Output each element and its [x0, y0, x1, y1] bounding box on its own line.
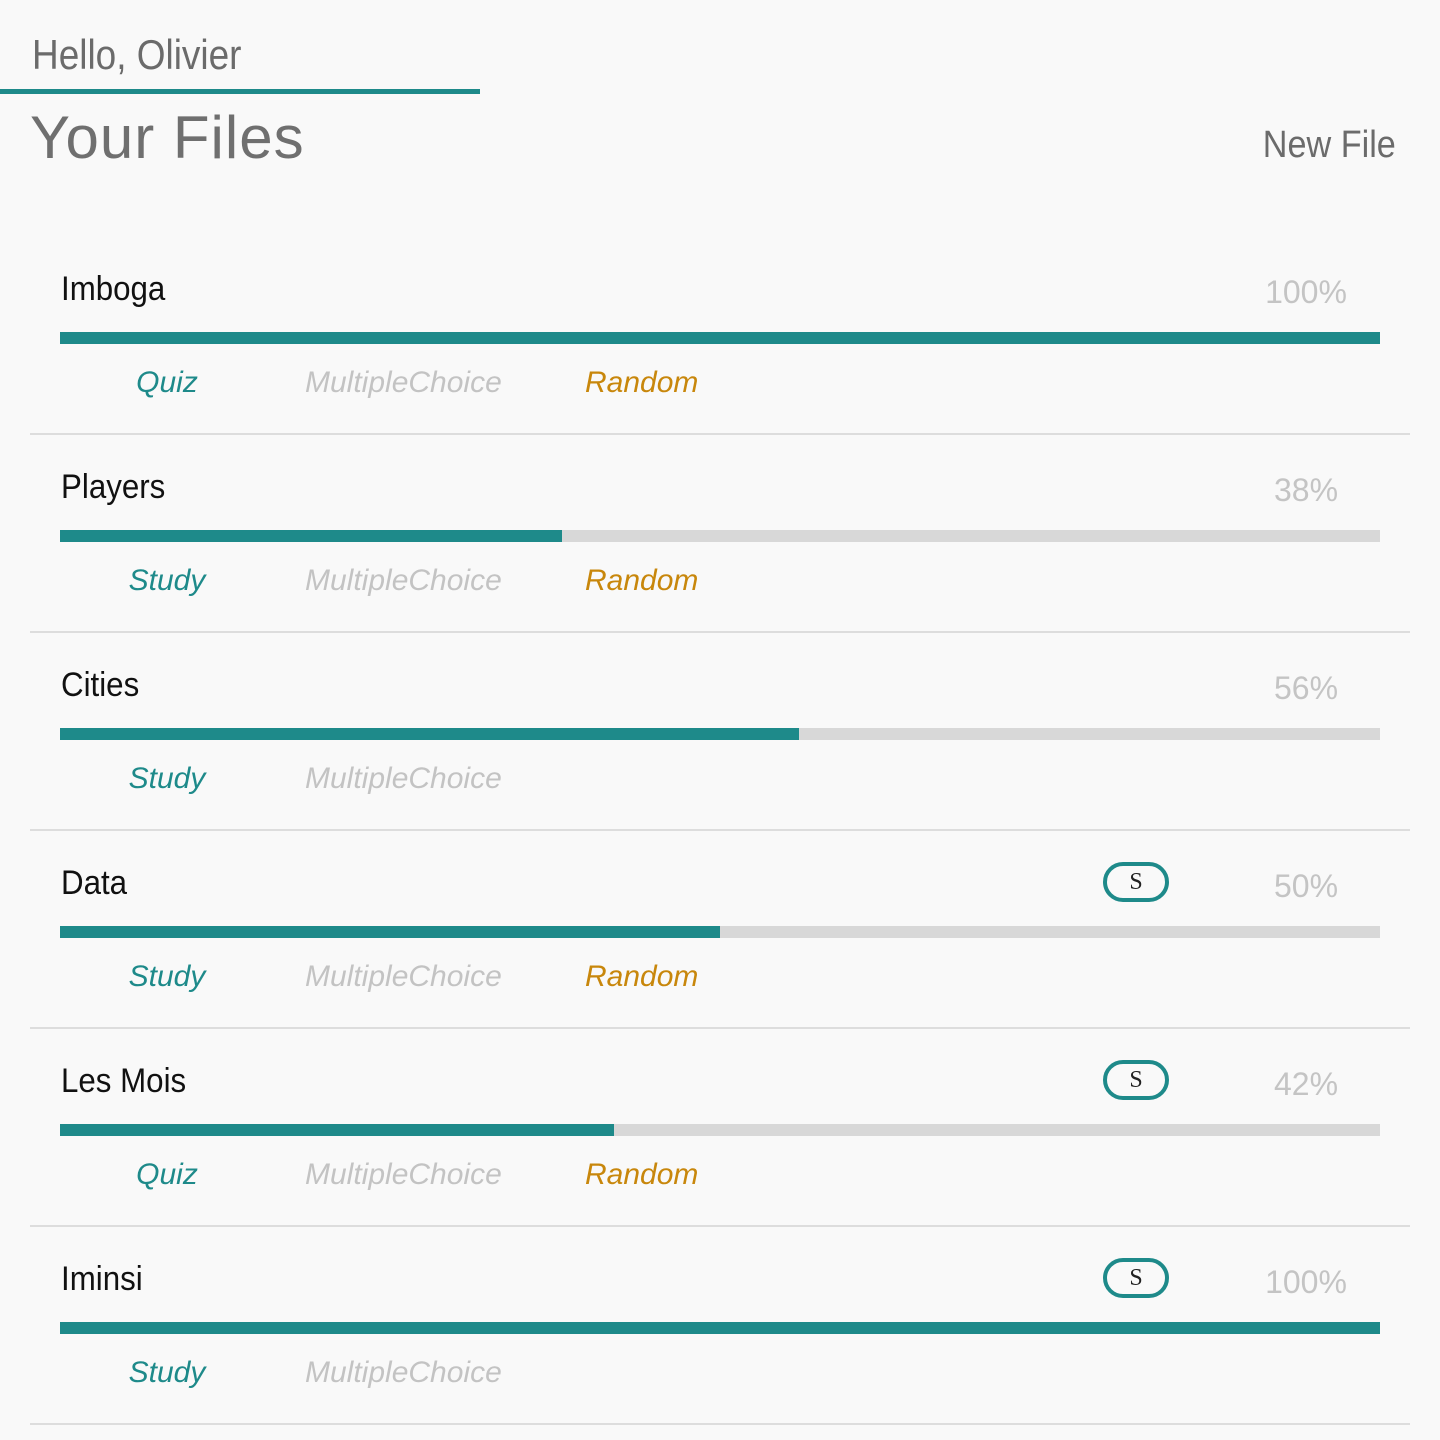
file-row[interactable]: Iminsi S 100% Study MultipleChoice	[30, 1227, 1410, 1425]
progress-percent: 56%	[1273, 670, 1339, 706]
file-options: Study MultipleChoice Random	[60, 563, 860, 603]
progress-fill	[60, 926, 720, 938]
file-row[interactable]: Cities 56% Study MultipleChoice	[30, 633, 1410, 831]
progress-percent: 42%	[1273, 1066, 1339, 1102]
progress-bar	[60, 1124, 1380, 1136]
file-options: Study MultipleChoice Random	[60, 959, 860, 999]
file-row[interactable]: Les Mois S 42% Quiz MultipleChoice Random	[30, 1029, 1410, 1227]
file-name: Iminsi	[61, 1260, 143, 1298]
progress-bar	[60, 728, 1380, 740]
shared-badge[interactable]: S	[1103, 1258, 1169, 1298]
file-options: Study MultipleChoice	[60, 761, 860, 801]
file-name: Players	[61, 468, 166, 506]
progress-fill	[60, 530, 562, 542]
order-option[interactable]: Random	[585, 1157, 698, 1193]
progress-fill	[60, 332, 1380, 344]
mode-option[interactable]: Study	[117, 563, 217, 599]
question-type-option[interactable]: MultipleChoice	[305, 365, 502, 401]
shared-badge[interactable]: S	[1103, 862, 1169, 902]
order-option[interactable]: Random	[585, 959, 698, 995]
file-name: Les Mois	[61, 1062, 187, 1100]
file-options: Quiz MultipleChoice Random	[60, 1157, 860, 1197]
new-file-button[interactable]: New File	[1263, 124, 1396, 167]
question-type-option[interactable]: MultipleChoice	[305, 563, 502, 599]
file-options: Study MultipleChoice	[60, 1355, 860, 1395]
greeting-underline	[0, 89, 480, 94]
file-options: Quiz MultipleChoice Random	[60, 365, 860, 405]
page-title: Your Files	[30, 104, 305, 171]
order-option[interactable]: Random	[585, 563, 698, 599]
progress-percent: 100%	[1265, 274, 1347, 310]
progress-bar	[60, 1322, 1380, 1334]
progress-bar	[60, 530, 1380, 542]
greeting: Hello, Olivier	[32, 31, 242, 78]
order-option[interactable]: Random	[585, 365, 698, 401]
progress-percent: 100%	[1265, 1264, 1347, 1300]
mode-option[interactable]: Study	[117, 1355, 217, 1391]
progress-fill	[60, 1124, 615, 1136]
progress-fill	[60, 1322, 1380, 1334]
question-type-option[interactable]: MultipleChoice	[305, 761, 502, 797]
mode-option[interactable]: Study	[117, 761, 217, 797]
file-name: Data	[61, 864, 128, 902]
mode-option[interactable]: Study	[117, 959, 217, 995]
shared-badge[interactable]: S	[1103, 1060, 1169, 1100]
file-row[interactable]: Players 38% Study MultipleChoice Random	[30, 435, 1410, 633]
question-type-option[interactable]: MultipleChoice	[305, 959, 502, 995]
mode-option[interactable]: Quiz	[117, 1157, 217, 1193]
question-type-option[interactable]: MultipleChoice	[305, 1157, 502, 1193]
progress-fill	[60, 728, 800, 740]
progress-percent: 38%	[1273, 472, 1339, 508]
file-list: Imboga 100% Quiz MultipleChoice Random Player…	[30, 237, 1410, 1425]
progress-percent: 50%	[1273, 868, 1339, 904]
progress-bar	[60, 332, 1380, 344]
question-type-option[interactable]: MultipleChoice	[305, 1355, 502, 1391]
file-name: Cities	[61, 666, 140, 704]
mode-option[interactable]: Quiz	[117, 365, 217, 401]
progress-bar	[60, 926, 1380, 938]
file-row[interactable]: Data S 50% Study MultipleChoice Random	[30, 831, 1410, 1029]
file-row[interactable]: Imboga 100% Quiz MultipleChoice Random	[30, 237, 1410, 435]
file-name: Imboga	[61, 270, 166, 308]
